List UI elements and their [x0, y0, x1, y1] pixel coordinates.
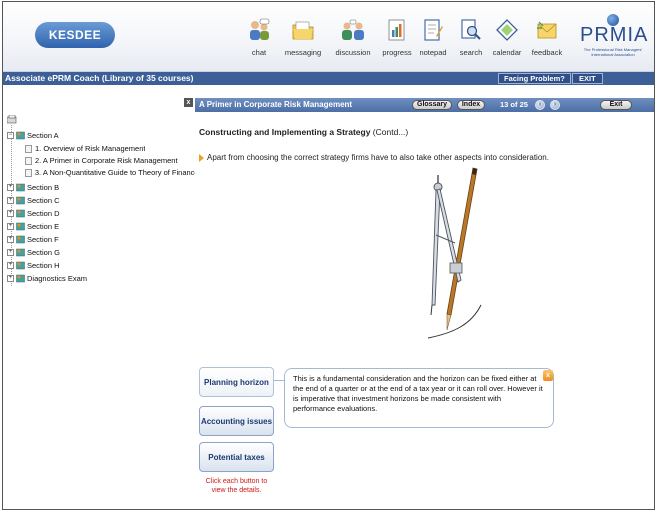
messaging-icon — [292, 21, 314, 40]
index-button[interactable]: Index — [457, 100, 485, 110]
calendar-icon — [496, 19, 518, 41]
tree-section-f[interactable]: + Section F — [7, 234, 59, 245]
toolbar-messaging[interactable]: messaging — [283, 18, 323, 66]
expand-icon[interactable]: + — [7, 197, 14, 204]
toolbar-chat[interactable]: chat — [239, 18, 279, 66]
toolbar-notepad[interactable]: notepad — [413, 18, 453, 66]
section-icon — [16, 248, 25, 257]
section-icon — [16, 196, 25, 205]
document-icon — [25, 156, 32, 165]
progress-icon — [388, 19, 405, 41]
kesdee-logo: KESDEE — [35, 22, 115, 48]
glossary-button[interactable]: Glossary — [412, 100, 452, 110]
lesson-title: A Primer in Corporate Risk Management — [199, 100, 353, 109]
bullet-arrow-icon — [199, 153, 204, 162]
sidebar: x − Section A 1. Overview of Risk Manage… — [3, 85, 195, 509]
header: KESDEE chat messaging discussion progres… — [3, 2, 654, 72]
prmia-logo: PRMIA The Professional Risk Managers' In… — [580, 14, 647, 64]
discussion-icon — [342, 19, 364, 40]
toolbar-discussion[interactable]: discussion — [333, 18, 373, 66]
document-icon — [25, 168, 32, 177]
facing-problem-button[interactable]: Facing Problem? — [498, 73, 571, 84]
close-icon[interactable]: x — [543, 370, 553, 381]
section-icon — [16, 222, 25, 231]
tab-planning-horizon[interactable]: Planning horizon — [199, 367, 274, 397]
section-icon — [16, 131, 25, 140]
tab-potential-taxes[interactable]: Potential taxes — [199, 442, 274, 472]
tree-diagnostics-exam[interactable]: + Diagnostics Exam — [7, 273, 87, 284]
expand-icon[interactable]: + — [7, 223, 14, 230]
globe-icon — [607, 14, 619, 26]
search-icon — [461, 19, 481, 40]
page-counter: 13 of 25 — [500, 100, 528, 109]
tree-course-1[interactable]: 1. Overview of Risk Management — [25, 143, 193, 154]
detail-text: This is a fundamental consideration and … — [293, 374, 543, 413]
previous-page-icon[interactable]: ‹ — [535, 100, 545, 110]
tree-course-2[interactable]: 2. A Primer in Corporate Risk Management — [25, 155, 193, 166]
intro-text: Apart from choosing the correct strategy… — [199, 153, 549, 162]
next-page-icon[interactable]: › — [550, 100, 560, 110]
section-icon — [16, 209, 25, 218]
expand-icon[interactable]: + — [7, 210, 14, 217]
expand-icon[interactable]: + — [7, 236, 14, 243]
course-bar: Associate ePRM Coach (Library of 35 cour… — [3, 72, 654, 85]
toolbar-feedback[interactable]: feedback — [527, 18, 567, 66]
expand-icon[interactable]: + — [7, 249, 14, 256]
tab-accounting-issues[interactable]: Accounting issues — [199, 406, 274, 436]
feedback-icon — [537, 21, 557, 39]
close-sidebar-button[interactable]: x — [184, 98, 193, 107]
notepad-icon — [424, 19, 443, 41]
tree-section-a[interactable]: − Section A — [7, 130, 59, 141]
collapse-icon[interactable]: − — [7, 132, 14, 139]
library-icon — [7, 115, 17, 124]
expand-icon[interactable]: + — [7, 184, 14, 191]
tree-section-h[interactable]: + Section H — [7, 260, 60, 271]
course-title: Associate ePRM Coach (Library of 35 cour… — [5, 73, 194, 83]
lesson-bar: A Primer in Corporate Risk Management Gl… — [195, 98, 654, 112]
expand-icon[interactable]: + — [7, 262, 14, 269]
chat-icon — [250, 18, 270, 40]
document-icon — [25, 144, 32, 153]
expand-icon[interactable]: + — [7, 275, 14, 282]
section-icon — [16, 261, 25, 270]
detail-panel: This is a fundamental consideration and … — [284, 368, 554, 428]
tree-section-d[interactable]: + Section D — [7, 208, 60, 219]
toolbar-search[interactable]: search — [451, 18, 491, 66]
tree-course-3[interactable]: 3. A Non-Quantitative Guide to Theory of… — [25, 167, 195, 178]
toolbar-calendar[interactable]: calendar — [487, 18, 527, 66]
section-icon — [16, 235, 25, 244]
section-heading: Constructing and Implementing a Strategy… — [199, 127, 409, 137]
tree-section-g[interactable]: + Section G — [7, 247, 60, 258]
section-icon — [16, 274, 25, 283]
compass-pencil-illustration — [427, 167, 482, 339]
app-window: KESDEE chat messaging discussion progres… — [2, 1, 655, 510]
instruction-hint: Click each button to view the details. — [205, 478, 268, 494]
tree-section-e[interactable]: + Section E — [7, 221, 59, 232]
tree-section-b[interactable]: + Section B — [7, 182, 59, 193]
toolbar-progress[interactable]: progress — [377, 18, 417, 66]
lesson-exit-button[interactable]: Exit — [600, 100, 632, 110]
section-icon — [16, 183, 25, 192]
tree-section-c[interactable]: + Section C — [7, 195, 60, 206]
exit-button[interactable]: EXIT — [572, 73, 603, 84]
